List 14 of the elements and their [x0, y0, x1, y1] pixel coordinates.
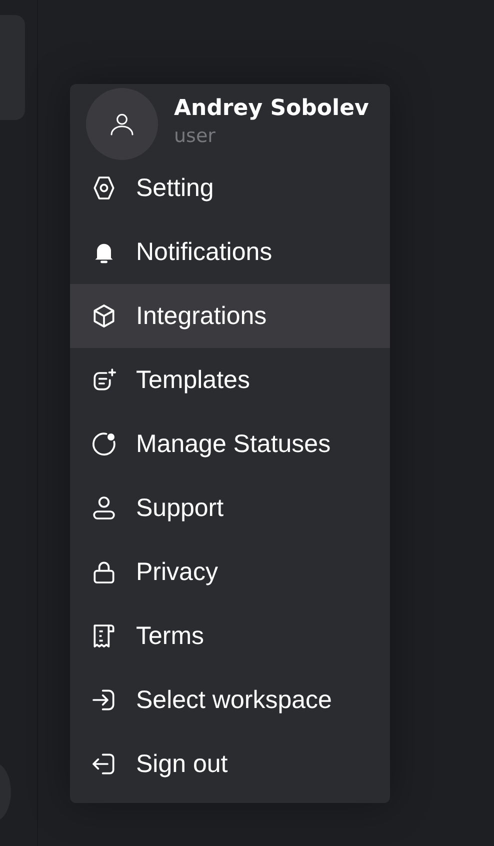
menu-item[interactable]: Terms [70, 604, 390, 668]
menu-item[interactable]: Manage Statuses [70, 412, 390, 476]
menu-item[interactable]: Select workspace [70, 668, 390, 732]
menu-item[interactable]: Integrations [70, 284, 390, 348]
menu-item[interactable]: Templates [70, 348, 390, 412]
menu-item[interactable]: Sign out [70, 732, 390, 796]
menu-item[interactable]: Notifications [70, 220, 390, 284]
menu-item[interactable]: Setting [70, 156, 390, 220]
user-role: user [174, 125, 216, 147]
user-name: Andrey Sobolev [174, 96, 369, 121]
menu-item[interactable]: Support [70, 476, 390, 540]
status-circle-icon [90, 430, 118, 458]
person-icon [90, 494, 118, 522]
menu-item[interactable]: Privacy [70, 540, 390, 604]
